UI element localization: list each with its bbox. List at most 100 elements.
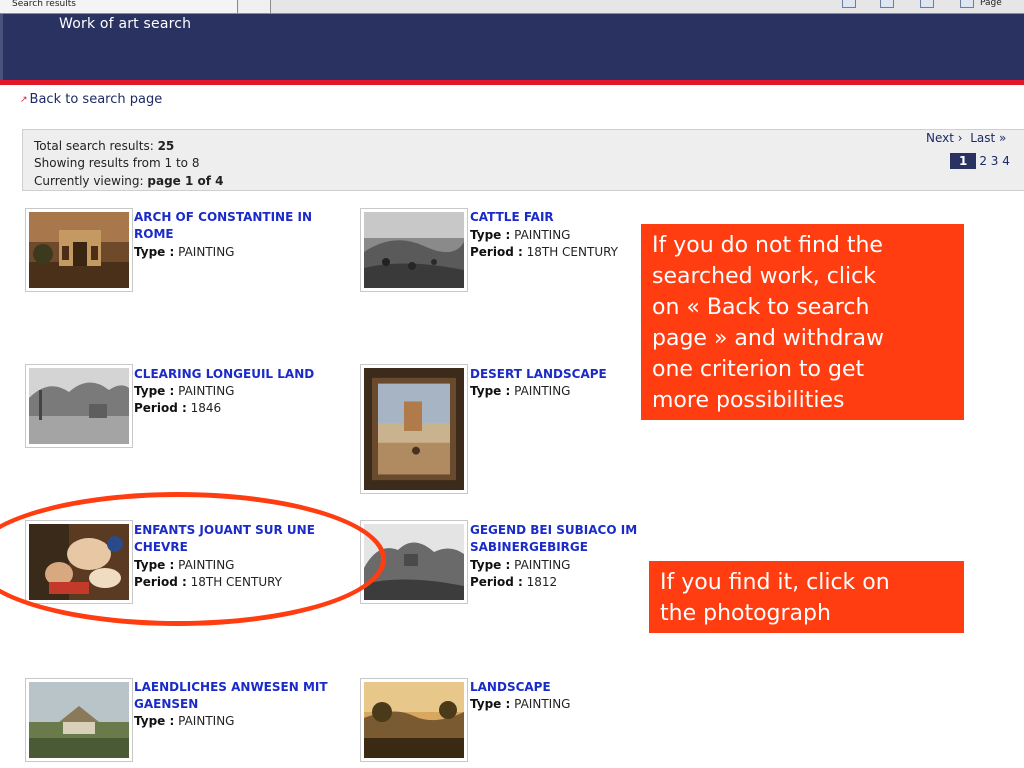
results-summary: Total search results: 25 Showing results… xyxy=(22,129,1024,191)
header-edge xyxy=(0,14,3,80)
type-value: PAINTING xyxy=(178,384,235,398)
artwork-period: Period : 1846 xyxy=(134,400,221,417)
other-page-links[interactable]: 2 3 4 xyxy=(979,154,1010,168)
back-link-label: Back to search page xyxy=(29,92,163,107)
period-value: 18TH CENTURY xyxy=(526,245,618,259)
artwork-title[interactable]: ARCH OF CONSTANTINE IN ROME xyxy=(134,209,312,243)
current-page: 1 xyxy=(950,153,977,169)
type-label: Type : xyxy=(470,697,511,711)
artwork-period: Period : 18TH CENTURY xyxy=(470,244,618,261)
artwork-type: Type : PAINTING xyxy=(470,383,570,400)
artwork-type: Type : PAINTING xyxy=(134,383,234,400)
artwork-thumbnail[interactable] xyxy=(360,364,468,494)
callout-line: the photograph xyxy=(660,601,831,626)
artwork-title[interactable]: CATTLE FAIR xyxy=(470,209,554,226)
last-page-link[interactable]: Last » xyxy=(970,131,1006,145)
callout-line: If you find it, click on xyxy=(660,570,890,595)
total-results-label: Total search results: xyxy=(34,139,158,153)
artwork-thumbnail[interactable] xyxy=(25,364,133,448)
type-label: Type : xyxy=(134,558,175,572)
browser-tab-strip: Search results Page xyxy=(0,0,1024,14)
artwork-title[interactable]: GEGEND BEI SUBIACO IM SABINERGEBIRGE xyxy=(470,522,637,556)
period-label: Period : xyxy=(134,575,187,589)
callout-line: one criterion to get xyxy=(652,357,865,382)
callout-line: page » and withdraw xyxy=(652,326,884,351)
artwork-type: Type : PAINTING xyxy=(470,227,570,244)
page-title: Work of art search xyxy=(59,16,192,32)
showing-results: Showing results from 1 to 8 xyxy=(34,156,200,170)
artwork-period: Period : 18TH CENTURY xyxy=(134,574,282,591)
artwork-thumbnail[interactable] xyxy=(360,520,468,604)
artwork-type: Type : PAINTING xyxy=(134,557,234,574)
page-numbers: 12 3 4 xyxy=(950,153,1010,169)
period-value: 18TH CENTURY xyxy=(190,575,282,589)
home-icon[interactable] xyxy=(842,0,856,8)
type-value: PAINTING xyxy=(514,228,571,242)
title-line: ROME xyxy=(134,227,174,241)
browser-tab[interactable]: Search results xyxy=(0,0,238,13)
period-value: 1812 xyxy=(526,575,558,589)
arrow-icon: ↗ xyxy=(20,95,28,105)
header-divider xyxy=(0,80,1024,85)
title-line: SABINERGEBIRGE xyxy=(470,540,588,554)
type-label: Type : xyxy=(134,714,175,728)
site-header: Work of art search xyxy=(0,14,1024,80)
landscape-image xyxy=(364,682,464,758)
artwork-thumbnail[interactable] xyxy=(25,520,133,604)
callout-line: searched work, click xyxy=(652,264,876,289)
browser-tab-label: Search results xyxy=(12,0,76,9)
type-label: Type : xyxy=(470,228,511,242)
artwork-thumbnail[interactable] xyxy=(25,208,133,292)
artwork-thumbnail[interactable] xyxy=(25,678,133,762)
title-line: ENFANTS JOUANT SUR UNE xyxy=(134,523,315,537)
viewing-label: Currently viewing: xyxy=(34,174,148,188)
type-value: PAINTING xyxy=(514,697,571,711)
not-found-callout: If you do not find the searched work, cl… xyxy=(641,224,964,420)
callout-line: on « Back to search xyxy=(652,295,870,320)
artwork-title[interactable]: LANDSCAPE xyxy=(470,679,551,696)
title-line: GEGEND BEI SUBIACO IM xyxy=(470,523,638,537)
title-line: GAENSEN xyxy=(134,697,199,711)
period-label: Period : xyxy=(470,575,523,589)
callout-line: more possibilities xyxy=(652,388,845,413)
period-label: Period : xyxy=(470,245,523,259)
viewing-value: page 1 of 4 xyxy=(147,174,224,188)
enfants-image xyxy=(29,524,129,600)
period-value: 1846 xyxy=(190,401,222,415)
type-value: PAINTING xyxy=(514,558,571,572)
browser-tab-empty[interactable] xyxy=(239,0,271,13)
pager-nav: Next › Last » xyxy=(926,131,1006,145)
callout-line: If you do not find the xyxy=(652,233,883,258)
page-icon[interactable] xyxy=(960,0,974,8)
arch-painting-image xyxy=(29,212,129,288)
artwork-type: Type : PAINTING xyxy=(134,244,234,261)
print-icon[interactable] xyxy=(920,0,934,8)
type-label: Type : xyxy=(134,245,175,259)
artwork-title[interactable]: CLEARING LONGEUIL LAND xyxy=(134,366,314,383)
artwork-title[interactable]: ENFANTS JOUANT SUR UNE CHEVRE xyxy=(134,522,315,556)
type-label: Type : xyxy=(470,558,511,572)
type-label: Type : xyxy=(134,384,175,398)
artwork-title[interactable]: LAENDLICHES ANWESEN MIT GAENSEN xyxy=(134,679,328,713)
artwork-type: Type : PAINTING xyxy=(470,557,570,574)
next-page-link[interactable]: Next › xyxy=(926,131,963,145)
type-label: Type : xyxy=(470,384,511,398)
artwork-type: Type : PAINTING xyxy=(470,696,570,713)
feeds-icon[interactable] xyxy=(880,0,894,8)
title-line: LAENDLICHES ANWESEN MIT xyxy=(134,680,328,694)
title-line: ARCH OF CONSTANTINE IN xyxy=(134,210,312,224)
type-value: PAINTING xyxy=(178,558,235,572)
back-to-search-link[interactable]: ↗ Back to search page xyxy=(20,92,162,107)
period-label: Period : xyxy=(134,401,187,415)
subiaco-image xyxy=(364,524,464,600)
found-callout: If you find it, click on the photograph xyxy=(649,561,964,633)
page-menu-label[interactable]: Page xyxy=(980,0,1002,8)
artwork-title[interactable]: DESERT LANDSCAPE xyxy=(470,366,607,383)
type-value: PAINTING xyxy=(178,714,235,728)
type-value: PAINTING xyxy=(178,245,235,259)
laendliches-image xyxy=(29,682,129,758)
artwork-thumbnail[interactable] xyxy=(360,678,468,762)
type-value: PAINTING xyxy=(514,384,571,398)
cattle-fair-image xyxy=(364,212,464,288)
artwork-thumbnail[interactable] xyxy=(360,208,468,292)
